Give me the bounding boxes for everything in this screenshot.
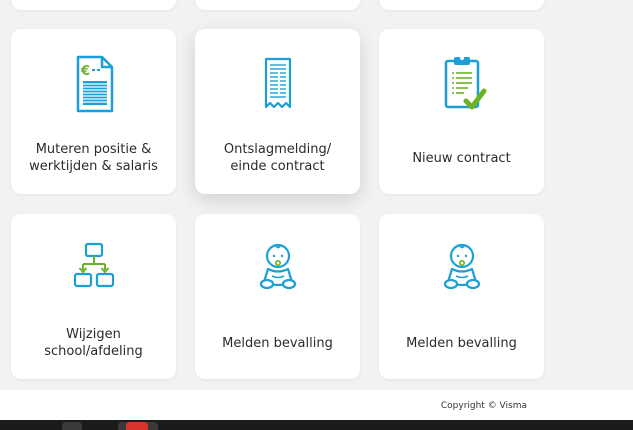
taskbar-item[interactable] (62, 422, 82, 430)
baby-icon (432, 236, 492, 302)
tile-label: Nieuw contract (412, 150, 511, 166)
tile-label: Wijzigen school/afdeling (44, 327, 143, 359)
tile-partial-top-1[interactable] (11, 0, 176, 10)
tile-ontslagmelding[interactable]: Ontslagmelding/ einde contract (195, 29, 360, 194)
salary-document-icon: € (64, 51, 124, 117)
copyright-text: Copyright © Visma (434, 399, 533, 413)
tile-melden-bevalling-2[interactable]: Melden bevalling (379, 214, 544, 379)
svg-text:€: € (80, 64, 90, 79)
baby-icon (248, 236, 308, 302)
tile-partial-top-3[interactable] (379, 0, 544, 10)
tile-label: Melden bevalling (406, 335, 517, 351)
tile-muteren-positie[interactable]: € Muteren positie & werktijden & salaris (11, 29, 176, 194)
org-chart-icon (64, 236, 124, 302)
os-taskbar (0, 420, 633, 430)
tile-melden-bevalling-1[interactable]: Melden bevalling (195, 214, 360, 379)
browser-icon[interactable] (126, 422, 148, 430)
tile-grid: € Muteren positie & werktijden & salaris (0, 0, 633, 390)
tile-label: Ontslagmelding/ einde contract (223, 142, 332, 174)
tile-label: Muteren positie & werktijden & salaris (29, 142, 158, 174)
footer: Copyright © Visma (0, 390, 633, 420)
tile-wijzigen-school[interactable]: Wijzigen school/afdeling (11, 214, 176, 379)
tile-nieuw-contract[interactable]: Nieuw contract (379, 29, 544, 194)
tile-label: Melden bevalling (222, 335, 333, 351)
clipboard-check-icon (432, 51, 492, 117)
tile-partial-top-2[interactable] (195, 0, 360, 10)
receipt-icon (248, 51, 308, 117)
